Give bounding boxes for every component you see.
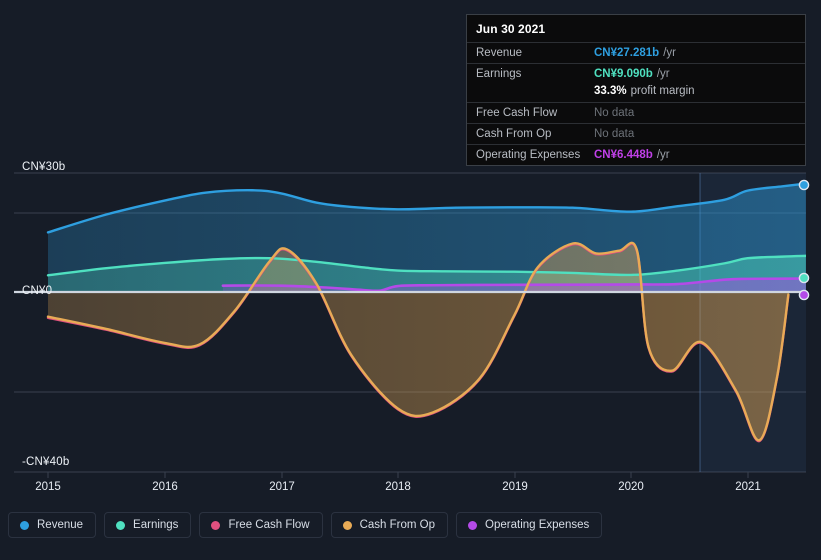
x-axis-label: 2018 bbox=[385, 481, 411, 493]
tooltip-row-value: CN¥6.448b bbox=[594, 149, 653, 161]
tooltip-row-label: Cash From Op bbox=[476, 128, 552, 140]
end-marker-revenue bbox=[798, 179, 810, 191]
y-axis-label: CN¥30b bbox=[22, 161, 66, 173]
tooltip-row-value: No data bbox=[594, 107, 635, 119]
x-axis-label: 2020 bbox=[618, 481, 644, 493]
tooltip-row-unit: /yr bbox=[656, 68, 670, 80]
legend-color-dot bbox=[211, 520, 221, 530]
legend-color-dot bbox=[342, 520, 352, 530]
legend-label: Operating Expenses bbox=[485, 519, 590, 531]
tooltip-row-unit: profit margin bbox=[630, 85, 695, 97]
data-tooltip: Jun 30 2021 Revenue CN¥27.281b/yr Earnings… bbox=[466, 14, 806, 166]
tooltip-row-label: Revenue bbox=[476, 47, 523, 59]
tooltip-row-label: Operating Expenses bbox=[476, 149, 581, 161]
tooltip-row-unit: /yr bbox=[663, 47, 676, 59]
x-axis-label: 2015 bbox=[35, 481, 61, 493]
tooltip-row-unit: /yr bbox=[656, 149, 670, 161]
legend-item-earnings[interactable]: Earnings bbox=[104, 512, 192, 538]
tooltip-row-value: CN¥9.090b bbox=[594, 68, 653, 80]
tooltip-row: Cash From Op No data bbox=[467, 123, 805, 144]
y-axis-label: CN¥0 bbox=[22, 285, 53, 297]
legend-color-dot bbox=[20, 520, 29, 530]
x-axis-label: 2017 bbox=[269, 481, 295, 493]
legend-item-cash-from-op[interactable]: Cash From Op bbox=[330, 512, 449, 538]
tooltip-row-value: No data bbox=[594, 128, 635, 140]
end-marker-operating-expenses bbox=[798, 289, 810, 301]
end-marker-earnings bbox=[798, 272, 810, 284]
legend-label: Cash From Op bbox=[359, 519, 436, 531]
chart-legend[interactable]: Revenue Earnings Free Cash Flow Cash From O… bbox=[8, 512, 603, 538]
tooltip-row-value: 33.3% bbox=[594, 85, 627, 97]
legend-label: Earnings bbox=[133, 519, 179, 531]
legend-item-revenue[interactable]: Revenue bbox=[8, 512, 97, 538]
tooltip-row: Earnings CN¥9.090b/yr bbox=[467, 63, 805, 84]
legend-label: Free Cash Flow bbox=[228, 519, 310, 531]
x-axis-label: 2021 bbox=[735, 481, 761, 493]
tooltip-row: Free Cash Flow No data bbox=[467, 102, 805, 123]
tooltip-row-label: Free Cash Flow bbox=[476, 107, 558, 119]
x-axis-label: 2016 bbox=[152, 481, 178, 493]
legend-item-free-cash-flow[interactable]: Free Cash Flow bbox=[199, 512, 323, 538]
legend-color-dot bbox=[468, 520, 478, 530]
financial-chart: CN¥30b CN¥0 -CN¥40b 2015 2016 2017 2018 2019 20… bbox=[0, 0, 821, 560]
tooltip-row: 33.3% profit margin bbox=[467, 84, 805, 102]
legend-item-operating-expenses[interactable]: Operating Expenses bbox=[456, 512, 603, 538]
tooltip-row: Revenue CN¥27.281b/yr bbox=[467, 42, 805, 63]
tooltip-rows: Revenue CN¥27.281b/yr Earnings CN¥9.090b/yr… bbox=[467, 42, 805, 165]
y-axis-label: -CN¥40b bbox=[22, 456, 70, 468]
x-axis-label: 2019 bbox=[502, 481, 528, 493]
tooltip-title: Jun 30 2021 bbox=[476, 22, 546, 36]
tooltip-row-value: CN¥27.281b bbox=[594, 47, 660, 59]
tooltip-row: Operating Expenses CN¥6.448b/yr bbox=[467, 144, 805, 165]
tooltip-row-label: Earnings bbox=[476, 68, 522, 80]
legend-label: Revenue bbox=[37, 519, 84, 531]
legend-color-dot bbox=[116, 520, 126, 530]
